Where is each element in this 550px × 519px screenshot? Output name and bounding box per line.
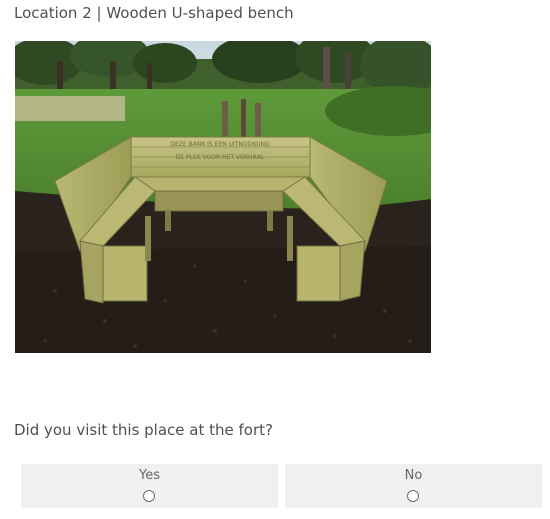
- option-no-radio[interactable]: [406, 490, 419, 502]
- bench-photo: DEZE BANK IS EEN UITNODIGING DE PLEK VOO…: [15, 41, 431, 353]
- bench-inscription-2: DE PLEK VOOR HET VERHAAL: [176, 154, 265, 161]
- bench-inscription-1: DEZE BANK IS EEN UITNODIGING: [170, 141, 270, 148]
- option-yes-label: Yes: [139, 468, 160, 483]
- option-yes[interactable]: Yes: [21, 464, 278, 508]
- option-no-label: No: [404, 468, 423, 483]
- option-yes-radio[interactable]: [142, 490, 155, 502]
- question-text: Did you visit this place at the fort?: [14, 421, 273, 439]
- survey-page: Location 2 | Wooden U-shaped bench DEZE …: [0, 0, 550, 519]
- location-title: Location 2 | Wooden U-shaped bench: [14, 4, 294, 22]
- option-no[interactable]: No: [285, 464, 542, 508]
- answer-options: Yes No: [21, 464, 542, 508]
